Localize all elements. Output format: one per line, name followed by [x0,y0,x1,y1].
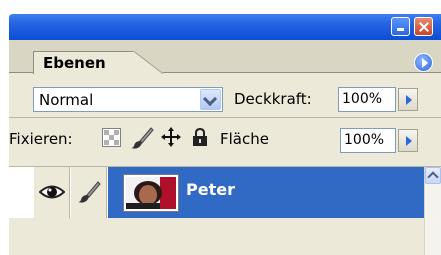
layers-empty-area [9,219,424,255]
eye-icon[interactable] [39,183,65,201]
fill-value: 100% [344,132,385,148]
scroll-up-icon[interactable] [425,167,441,184]
layers-palette: Ebenen Normal Deckkraft: 100% Fixieren: [9,14,441,255]
opacity-label: Deckkraft: [234,90,312,108]
brush-icon [78,181,101,203]
chevron-down-icon[interactable] [200,89,221,110]
layers-scrollbar[interactable] [424,167,441,255]
opacity-input[interactable]: 100% [338,87,396,112]
blend-row: Normal Deckkraft: 100% [9,74,441,116]
lock-row: Fixieren: Fläche 100% [9,117,441,159]
tab-layers-label: Ebenen [43,54,106,72]
layer-row[interactable]: Peter [9,167,424,218]
lock-label: Fixieren: [9,130,73,148]
fill-slider-button[interactable] [398,129,418,152]
visibility-toggle[interactable] [34,167,70,218]
opacity-value: 100% [342,91,383,107]
tab-row: Ebenen [9,40,441,74]
layer-name: Peter [186,180,235,199]
palette-titlebar[interactable] [9,14,441,40]
fill-label: Fläche [220,130,269,148]
lock-image-icon[interactable] [130,126,154,150]
fill-input[interactable]: 100% [340,128,396,153]
tab-edge [133,51,163,74]
lock-all-icon[interactable] [191,127,209,147]
minimize-icon[interactable] [391,17,410,36]
portrait-thumbnail-icon [126,177,176,209]
edit-toggle[interactable] [71,167,107,218]
palette-menu-icon[interactable] [414,53,433,72]
lock-position-icon[interactable] [160,126,182,148]
lock-transparency-icon[interactable] [102,128,121,147]
layer-thumbnail [123,174,179,212]
close-icon[interactable] [414,17,433,36]
blend-mode-value: Normal [39,91,94,109]
opacity-slider-button[interactable] [398,88,418,111]
blend-mode-select[interactable]: Normal [33,87,223,112]
tab-layers[interactable]: Ebenen [33,51,133,74]
layer-item-selected[interactable]: Peter [108,167,424,218]
